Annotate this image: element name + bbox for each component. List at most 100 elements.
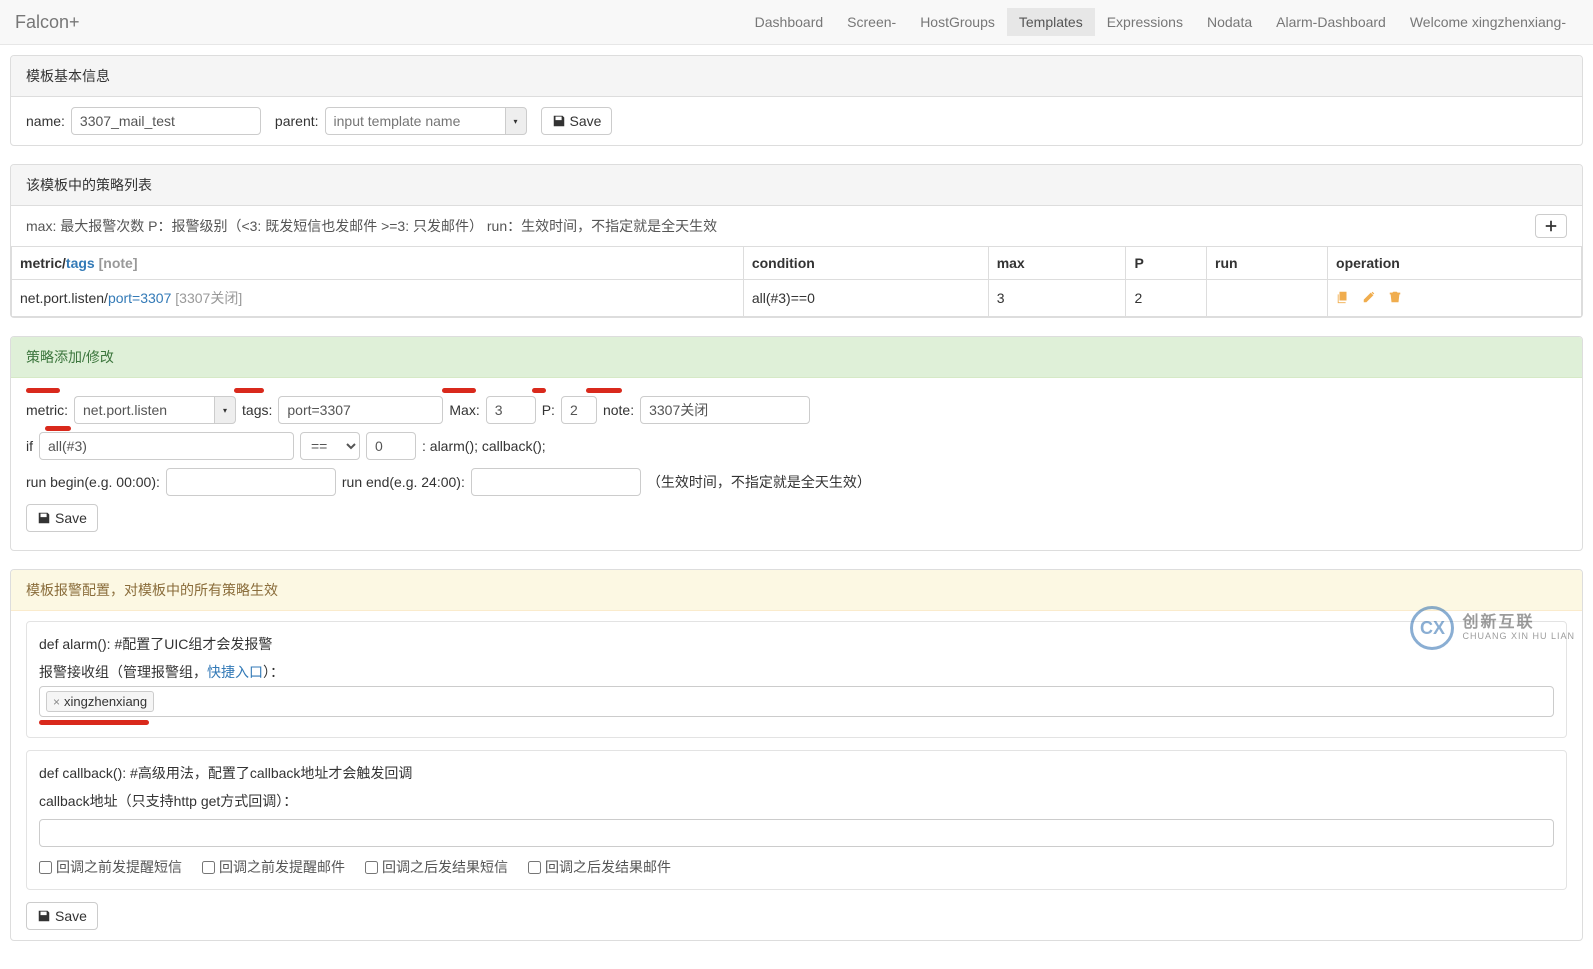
note-input[interactable] (640, 396, 810, 424)
annotation-marks-2 (26, 426, 1567, 430)
col-metric-tags: metric/tags [note] (12, 247, 744, 280)
row-note: [3307关闭] (171, 290, 242, 306)
nav-dashboard[interactable]: Dashboard (743, 8, 836, 36)
col-operation: operation (1328, 247, 1582, 280)
plus-icon (1544, 219, 1558, 233)
col-condition: condition (743, 247, 988, 280)
run-end-input[interactable] (471, 468, 641, 496)
panel-strategy-edit: 策略添加/修改 metric: ▾ tags: Max: P: (10, 336, 1583, 551)
tags-label: tags: (242, 402, 272, 418)
save-button-label: Save (570, 113, 602, 129)
recv-group-link[interactable]: 快捷入口 (207, 664, 263, 680)
nav-welcome-user[interactable]: Welcome xingzhenxiang- (1398, 8, 1578, 36)
max-label: Max: (449, 402, 479, 418)
parent-input[interactable] (325, 107, 505, 135)
floppy-icon (552, 114, 566, 128)
chevron-down-icon: ▾ (514, 117, 518, 126)
row-max: 3 (988, 280, 1126, 317)
metric-dropdown-toggle[interactable]: ▾ (214, 396, 236, 424)
watermark: CX 创新互联 CHUANG XIN HU LIAN (1410, 606, 1575, 650)
delete-icon[interactable] (1388, 290, 1402, 307)
table-row: net.port.listen/port=3307 [3307关闭] all(#… (12, 280, 1582, 317)
nav-nodata[interactable]: Nodata (1195, 8, 1264, 36)
floppy-icon (37, 909, 51, 923)
run-begin-label: run begin(e.g. 00:00): (26, 474, 160, 490)
row-p: 2 (1126, 280, 1207, 317)
nav-list: Dashboard Screen- HostGroups Templates E… (743, 8, 1578, 36)
add-strategy-button[interactable] (1535, 214, 1567, 238)
callback-url-input[interactable] (39, 819, 1554, 847)
edit-icon[interactable] (1362, 290, 1376, 307)
save-alarm-label: Save (55, 908, 87, 924)
cb-before-mail[interactable]: 回调之前发提醒邮件 (202, 857, 345, 877)
recv-group-input-wrap[interactable]: × xingzhenxiang (39, 686, 1554, 717)
callback-def-text: def callback(): #高级用法，配置了callback地址才会触发回… (39, 763, 1554, 783)
metric-input[interactable] (74, 396, 214, 424)
alarm-def-text: def alarm(): #配置了UIC组才会发报警 (39, 634, 1554, 654)
annotation-mark-3 (39, 720, 1554, 725)
nav-expressions[interactable]: Expressions (1095, 8, 1195, 36)
watermark-cn: 创新互联 (1462, 614, 1575, 632)
recv-group-tag: × xingzhenxiang (46, 691, 154, 712)
col-p: P (1126, 247, 1207, 280)
save-strategy-label: Save (55, 510, 87, 526)
callback-block: def callback(): #高级用法，配置了callback地址才会触发回… (26, 750, 1567, 890)
operator-select[interactable]: == (300, 432, 360, 460)
nav-hostgroups[interactable]: HostGroups (908, 8, 1007, 36)
save-alarm-button[interactable]: Save (26, 902, 98, 930)
strategy-table: metric/tags [note] condition max P run o… (11, 246, 1582, 317)
threshold-input[interactable] (366, 432, 416, 460)
save-strategy-button[interactable]: Save (26, 504, 98, 532)
panel-template-info: 模板基本信息 name: parent: ▾ Save (10, 55, 1583, 146)
alarm-block: def alarm(): #配置了UIC组才会发报警 报警接收组（管理报警组，快… (26, 621, 1567, 738)
strategy-list-subtitle: max: 最大报警次数 P：报警级别（<3: 既发短信也发邮件 >=3: 只发邮… (26, 216, 717, 236)
runtime-note: （生效时间，不指定就是全天生效） (647, 472, 871, 492)
col-max: max (988, 247, 1126, 280)
if-input[interactable] (39, 432, 294, 460)
panel-strategy-list-heading: 该模板中的策略列表 (11, 165, 1582, 206)
recv-group-label-post: ）： (263, 664, 284, 680)
clone-icon[interactable] (1336, 290, 1350, 307)
parent-label: parent: (275, 113, 319, 129)
cb-after-mail-checkbox[interactable] (528, 861, 541, 874)
panel-strategy-edit-heading: 策略添加/修改 (11, 337, 1582, 378)
parent-dropdown-toggle[interactable]: ▾ (505, 107, 527, 135)
run-end-label: run end(e.g. 24:00): (342, 474, 465, 490)
cb-after-sms-checkbox[interactable] (365, 861, 378, 874)
tag-remove-icon[interactable]: × (53, 695, 60, 709)
name-input[interactable] (71, 107, 261, 135)
alarm-callback-text: : alarm(); callback(); (422, 438, 546, 454)
row-run (1207, 280, 1328, 317)
nav-templates[interactable]: Templates (1007, 8, 1095, 36)
save-button[interactable]: Save (541, 107, 613, 135)
p-input[interactable] (561, 396, 597, 424)
nav-screen[interactable]: Screen- (835, 8, 908, 36)
name-label: name: (26, 113, 65, 129)
run-begin-input[interactable] (166, 468, 336, 496)
panel-strategy-list: 该模板中的策略列表 max: 最大报警次数 P：报警级别（<3: 既发短信也发邮… (10, 164, 1583, 318)
row-metric: net.port.listen/ (20, 290, 108, 306)
cb-after-mail[interactable]: 回调之后发结果邮件 (528, 857, 671, 877)
floppy-icon (37, 511, 51, 525)
p-label: P: (542, 402, 555, 418)
row-condition: all(#3)==0 (743, 280, 988, 317)
brand[interactable]: Falcon+ (15, 12, 80, 33)
col-run: run (1207, 247, 1328, 280)
navbar: Falcon+ Dashboard Screen- HostGroups Tem… (0, 0, 1593, 45)
row-tags: port=3307 (108, 290, 171, 306)
cb-after-sms[interactable]: 回调之后发结果短信 (365, 857, 508, 877)
cb-before-mail-checkbox[interactable] (202, 861, 215, 874)
nav-alarm-dashboard[interactable]: Alarm-Dashboard (1264, 8, 1398, 36)
if-label: if (26, 438, 33, 454)
max-input[interactable] (486, 396, 536, 424)
cb-before-sms[interactable]: 回调之前发提醒短信 (39, 857, 182, 877)
note-label: note: (603, 402, 634, 418)
tags-input[interactable] (278, 396, 443, 424)
recv-group-tag-text: xingzhenxiang (64, 694, 147, 709)
annotation-marks (26, 388, 1567, 396)
panel-alarm-config: 模板报警配置，对模板中的所有策略生效 def alarm(): #配置了UIC组… (10, 569, 1583, 941)
callback-url-label: callback地址（只支持http get方式回调）： (39, 791, 1554, 811)
cb-before-sms-checkbox[interactable] (39, 861, 52, 874)
panel-alarm-config-heading: 模板报警配置，对模板中的所有策略生效 (11, 570, 1582, 611)
chevron-down-icon: ▾ (223, 406, 227, 415)
